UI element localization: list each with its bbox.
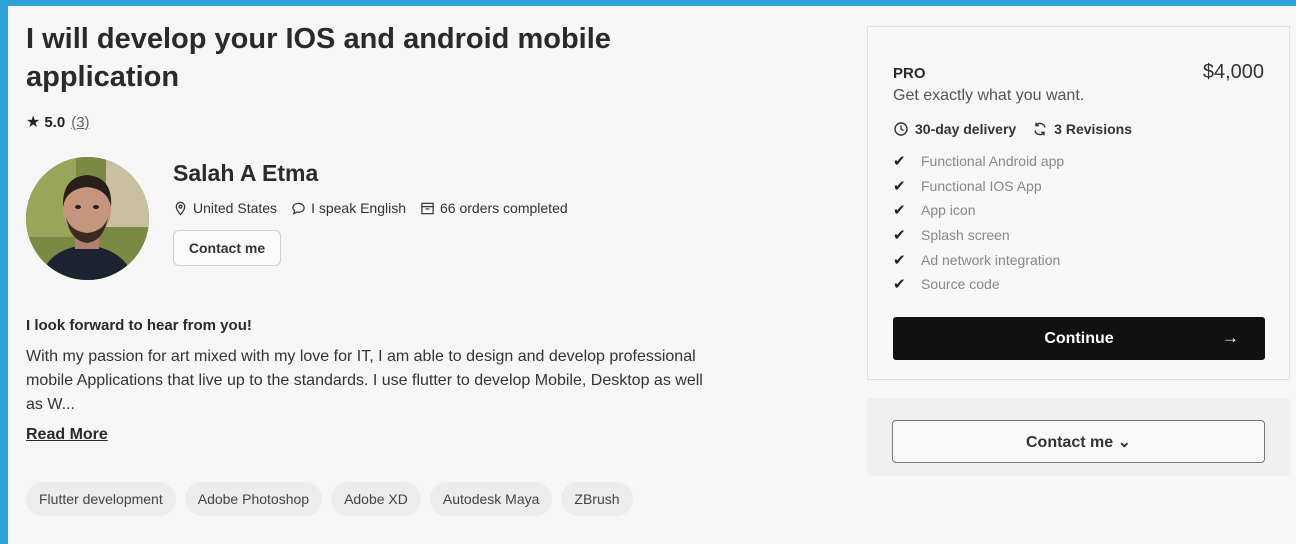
skill-tag[interactable]: Adobe XD: [331, 482, 421, 516]
skill-tags: Flutter development Adobe Photoshop Adob…: [26, 482, 633, 516]
rating-score: 5.0: [44, 113, 66, 131]
contact-me-button[interactable]: Contact me: [173, 230, 281, 266]
check-icon: ✔: [893, 251, 906, 269]
contact-me-dropdown-button[interactable]: Contact me ⌄: [892, 420, 1265, 463]
feature-item: ✔ App icon: [893, 198, 1064, 223]
feature-item: ✔ Ad network integration: [893, 247, 1064, 272]
package-tagline: Get exactly what you want.: [893, 87, 1085, 104]
feature-item: ✔ Functional IOS App: [893, 174, 1064, 199]
check-icon: ✔: [893, 227, 906, 245]
feature-item: ✔ Source code: [893, 272, 1064, 297]
feature-item: ✔ Functional Android app: [893, 149, 1064, 174]
delivery-text: 30-day delivery: [915, 121, 1017, 137]
skill-tag[interactable]: Flutter development: [26, 482, 176, 516]
feature-label: Functional Android app: [921, 153, 1065, 170]
language-text: I speak English: [311, 200, 407, 216]
delivery-time: 30-day delivery: [893, 121, 1016, 137]
delivery-info: 30-day delivery 3 Revisions: [893, 121, 1132, 137]
package-card: PRO $4,000 Get exactly what you want. 30…: [867, 26, 1290, 380]
package-price: $4,000: [1202, 61, 1264, 83]
about-text: With my passion for art mixed with my lo…: [26, 348, 703, 413]
gig-title: I will develop your IOS and android mobi…: [26, 23, 611, 93]
orders-item: 66 orders completed: [420, 200, 568, 216]
refresh-icon: [1034, 122, 1046, 136]
skill-tag[interactable]: Autodesk Maya: [429, 482, 553, 516]
skill-tag[interactable]: Adobe Photoshop: [184, 482, 323, 516]
rating-count-link[interactable]: (3): [71, 114, 89, 131]
continue-button[interactable]: Continue →: [893, 317, 1265, 360]
contact-panel: Contact me ⌄: [867, 398, 1290, 476]
avatar-photo: [26, 157, 149, 280]
orders-box-icon: [421, 202, 434, 214]
feature-label: Functional IOS App: [921, 177, 1042, 194]
package-tier: PRO: [893, 65, 926, 82]
revisions: 3 Revisions: [1032, 121, 1132, 137]
language-item: I speak English: [291, 200, 406, 216]
check-icon: ✔: [893, 153, 906, 171]
orders-text: 66 orders completed: [440, 200, 568, 216]
about-heading: I look forward to hear from you!: [26, 317, 252, 334]
location-pin-icon: [175, 201, 186, 216]
read-more-link[interactable]: Read More: [26, 426, 108, 444]
feature-label: Ad network integration: [921, 251, 1061, 268]
star-icon: ★: [26, 114, 41, 131]
speech-bubble-icon: [292, 202, 305, 215]
feature-item: ✔ Splash screen: [893, 223, 1064, 248]
avatar[interactable]: [26, 157, 149, 280]
check-icon: ✔: [893, 202, 906, 220]
feature-list: ✔ Functional Android app ✔ Functional IOS …: [893, 149, 1064, 297]
seller-name[interactable]: Salah A Etma: [173, 160, 318, 187]
clock-icon: [894, 122, 908, 136]
feature-label: Splash screen: [921, 227, 1010, 244]
feature-label: Source code: [921, 276, 1000, 293]
seller-meta: United States I speak English 66 orders …: [173, 200, 568, 216]
location-text: United States: [193, 200, 278, 216]
feature-label: App icon: [921, 202, 976, 219]
location-item: United States: [173, 200, 277, 216]
rating: ★ 5.0 (3): [26, 112, 90, 132]
continue-label: Continue: [1044, 329, 1114, 347]
check-icon: ✔: [893, 276, 906, 294]
skill-tag[interactable]: ZBrush: [561, 482, 633, 516]
revisions-text: 3 Revisions: [1054, 121, 1132, 137]
arrow-right-icon: →: [1222, 328, 1239, 347]
check-icon: ✔: [893, 177, 906, 195]
